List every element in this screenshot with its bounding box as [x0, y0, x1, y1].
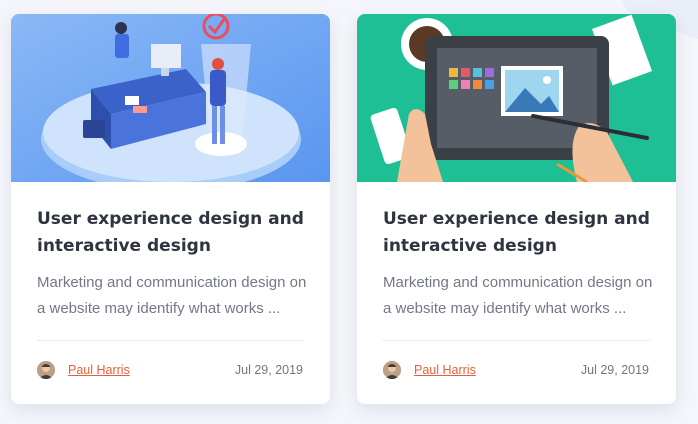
post-excerpt: Marketing and communication design on a …: [383, 274, 653, 317]
post-title[interactable]: User experience design and interactive d…: [383, 206, 653, 260]
blog-card[interactable]: User experience design and interactive d…: [357, 14, 676, 404]
post-date: Jul 29, 2019: [234, 363, 303, 377]
divider: [383, 340, 650, 341]
author-link[interactable]: Paul Harris: [68, 363, 130, 377]
avatar: [383, 361, 401, 379]
avatar: [37, 361, 55, 379]
office-desk-illustration[interactable]: [11, 14, 330, 182]
post-date: Jul 29, 2019: [580, 363, 649, 377]
post-excerpt: Marketing and communication design on a …: [37, 274, 307, 317]
author-link[interactable]: Paul Harris: [414, 363, 476, 377]
blog-card[interactable]: User experience design and interactive d…: [11, 14, 330, 404]
post-title[interactable]: User experience design and interactive d…: [37, 206, 307, 260]
tablet-drawing-illustration[interactable]: [357, 14, 676, 182]
divider: [37, 340, 304, 341]
